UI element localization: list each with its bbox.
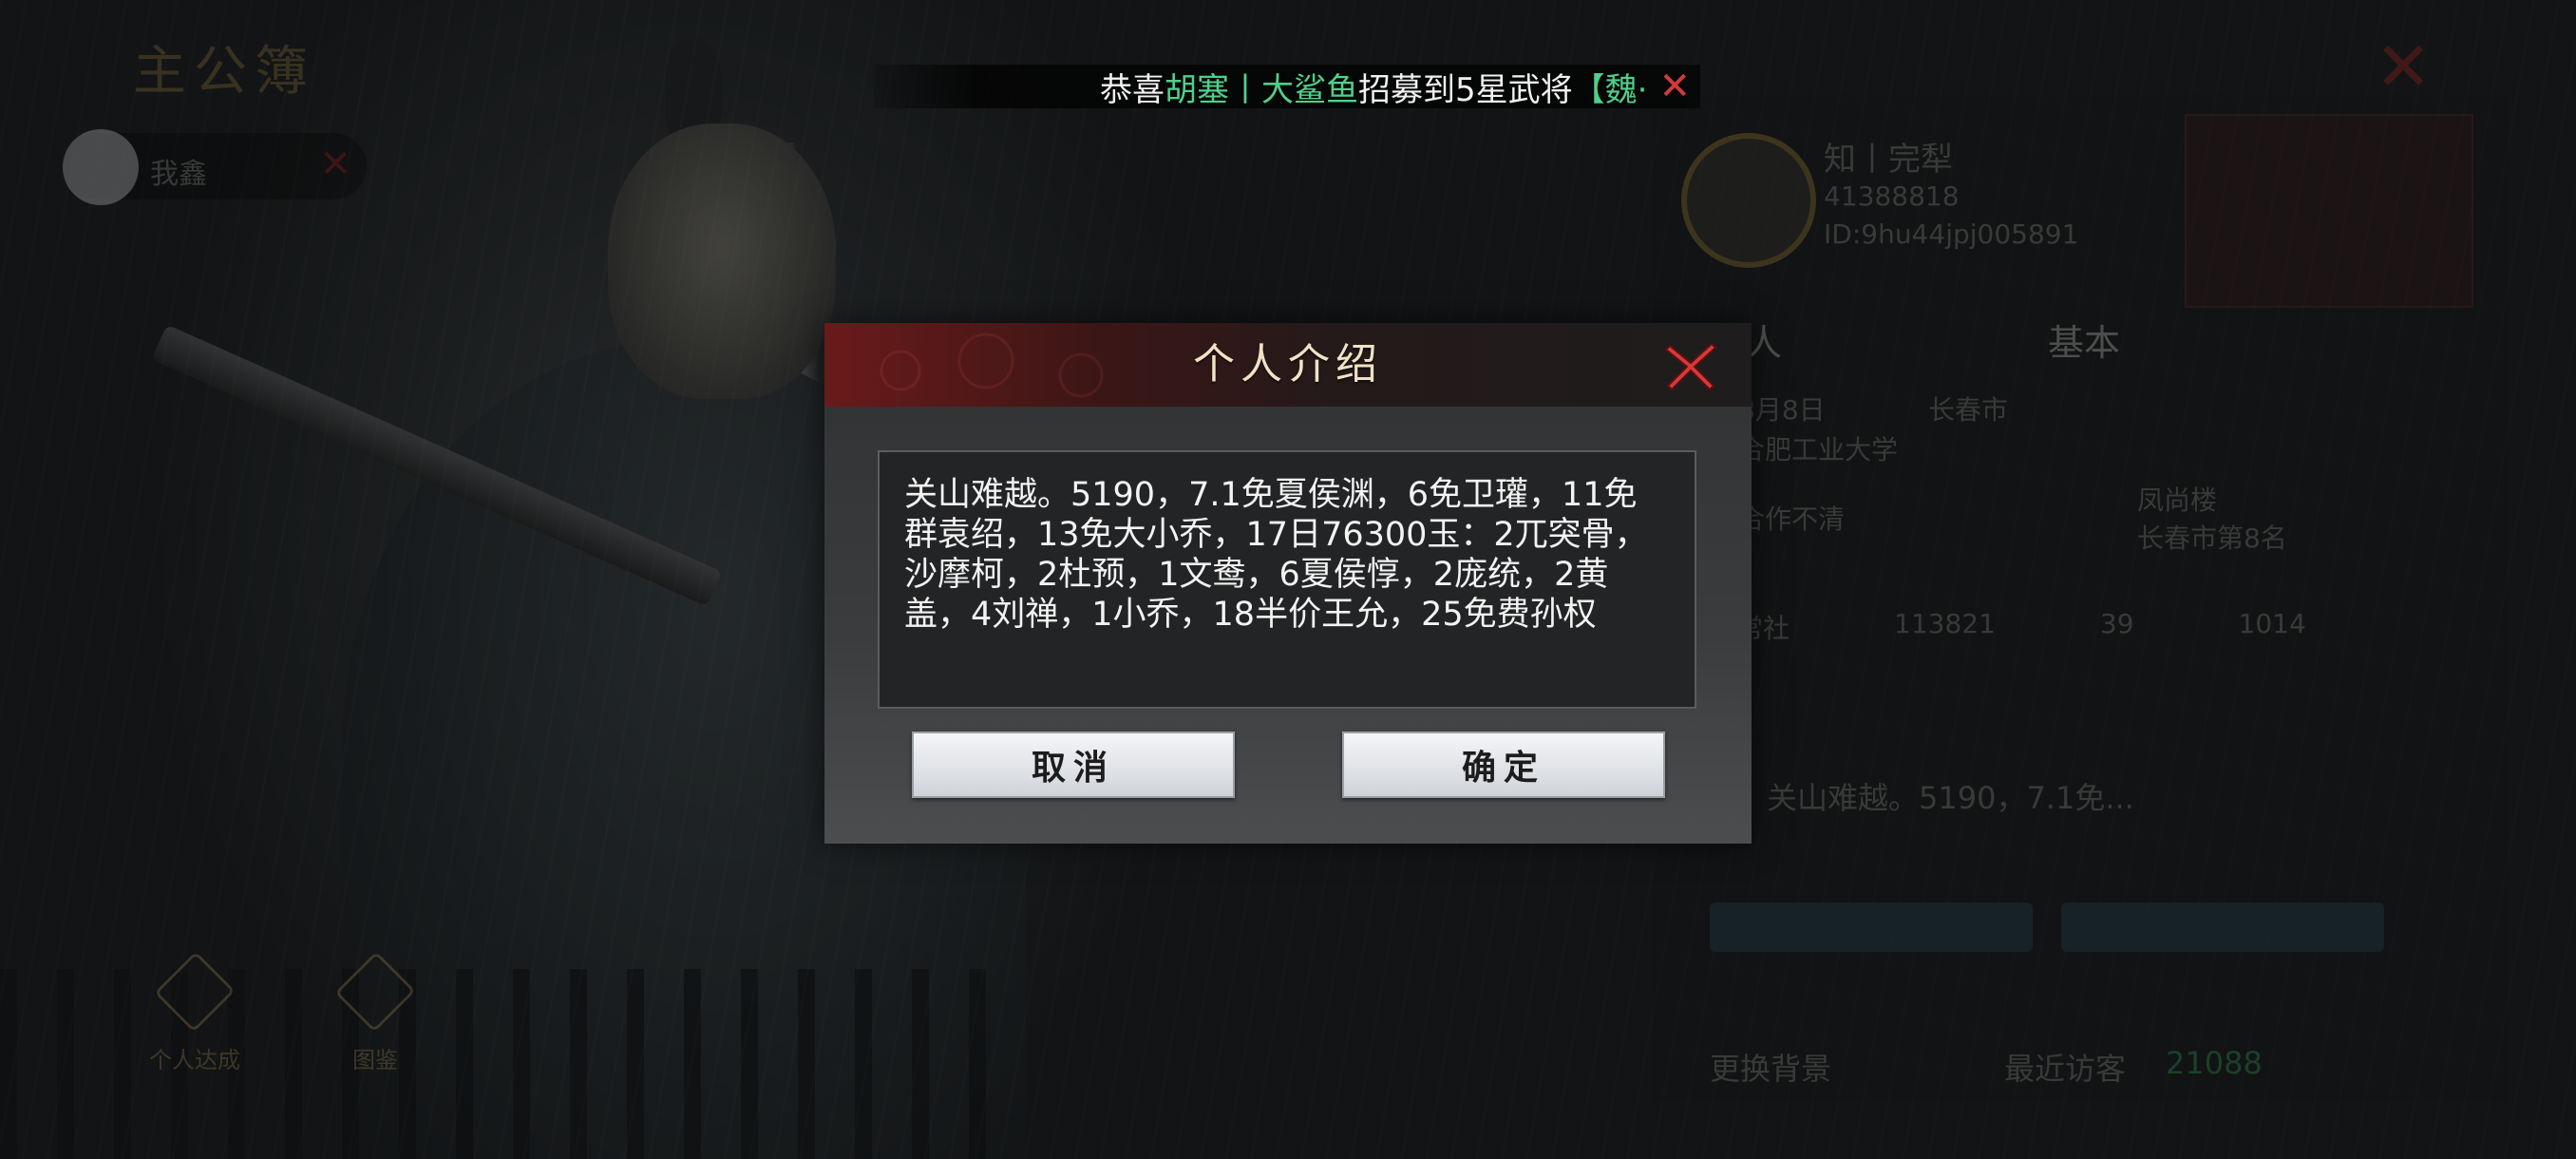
game-screen: 主公簿 我鑫 ✕ 个人达成 图鉴 知丨完犁 41388818 ID:9hu44j… [0,0,2576,1159]
dialog-title: 个人介绍 [1193,340,1383,389]
close-icon[interactable] [1660,334,1721,395]
notice-name1: 胡塞 [1165,70,1230,109]
broadcast-notice: 恭喜 胡塞 丨 大鲨鱼 招募到5星武将 【魏· ✕ [874,65,1700,108]
personal-intro-dialog: 个人介绍 关山难越。5190，7.1免夏侯渊，6免卫瓘，11免群袁绍，13免大小… [824,323,1752,844]
notice-close-icon[interactable]: ✕ [1658,67,1691,105]
notice-name2: 大鲨鱼 [1261,70,1359,109]
notice-middle: 招募到5星武将 [1358,70,1573,109]
intro-text-area[interactable]: 关山难越。5190，7.1免夏侯渊，6免卫瓘，11免群袁绍，13免大小乔，17日… [878,450,1696,709]
cancel-button[interactable]: 取消 [912,732,1235,798]
confirm-button[interactable]: 确定 [1342,732,1665,798]
notice-prefix: 恭喜 [1100,70,1165,109]
notice-separator: 丨 [1229,70,1262,109]
notice-tail: 【魏· [1572,70,1648,109]
